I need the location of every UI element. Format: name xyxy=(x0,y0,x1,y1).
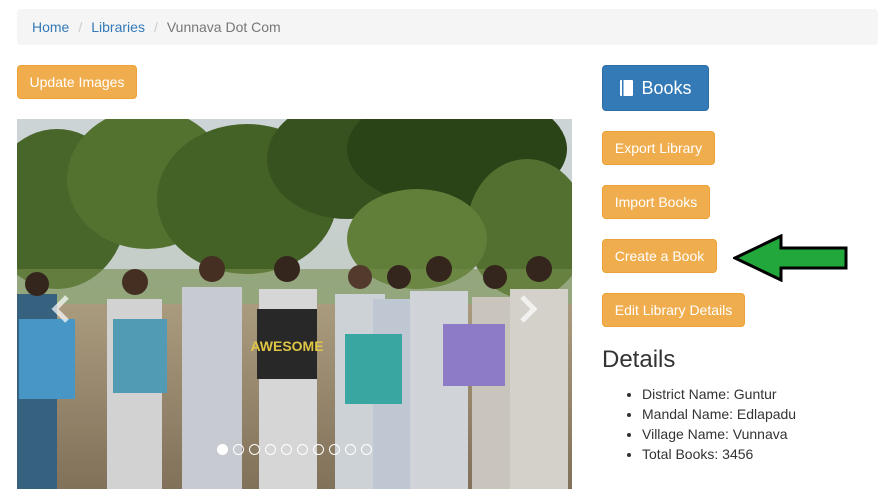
breadcrumb-current: Vunnava Dot Com xyxy=(166,19,281,35)
details-item-village: Village Name: Vunnava xyxy=(642,424,796,444)
carousel-indicator[interactable] xyxy=(217,444,228,455)
carousel-indicator[interactable] xyxy=(297,444,308,455)
carousel-next-button[interactable] xyxy=(512,289,542,329)
details-heading: Details xyxy=(602,346,676,373)
carousel-indicator[interactable] xyxy=(281,444,292,455)
carousel-prev-button[interactable] xyxy=(47,289,77,329)
breadcrumb: Home / Libraries / Vunnava Dot Com xyxy=(17,9,878,45)
carousel-indicator[interactable] xyxy=(345,444,356,455)
breadcrumb-separator: / xyxy=(78,19,83,35)
book-icon xyxy=(620,80,634,96)
details-item-total-books: Total Books: 3456 xyxy=(642,444,796,464)
carousel-slide-image: AWESOME xyxy=(17,119,572,489)
carousel-indicator[interactable] xyxy=(233,444,244,455)
edit-library-details-button[interactable]: Edit Library Details xyxy=(602,293,745,327)
export-library-button[interactable]: Export Library xyxy=(602,131,715,165)
green-arrow-icon xyxy=(733,234,848,282)
import-books-button[interactable]: Import Books xyxy=(602,185,710,219)
create-book-button[interactable]: Create a Book xyxy=(602,239,717,273)
update-images-button[interactable]: Update Images xyxy=(17,65,137,99)
breadcrumb-separator: / xyxy=(153,19,158,35)
books-button[interactable]: Books xyxy=(602,65,709,111)
image-carousel: AWESOME xyxy=(17,119,572,489)
chevron-left-icon xyxy=(51,295,69,323)
chevron-right-icon xyxy=(520,295,538,323)
carousel-indicator[interactable] xyxy=(361,444,372,455)
carousel-indicator[interactable] xyxy=(313,444,324,455)
details-item-mandal: Mandal Name: Edlapadu xyxy=(642,404,796,424)
breadcrumb-libraries-link[interactable]: Libraries xyxy=(91,19,145,35)
details-item-district: District Name: Guntur xyxy=(642,384,796,404)
breadcrumb-home-link[interactable]: Home xyxy=(32,19,69,35)
carousel-indicator[interactable] xyxy=(265,444,276,455)
carousel-indicator[interactable] xyxy=(329,444,340,455)
details-list: District Name: Guntur Mandal Name: Edlap… xyxy=(624,384,796,464)
carousel-indicator[interactable] xyxy=(249,444,260,455)
carousel-indicators xyxy=(17,444,572,455)
books-button-label: Books xyxy=(641,77,692,98)
